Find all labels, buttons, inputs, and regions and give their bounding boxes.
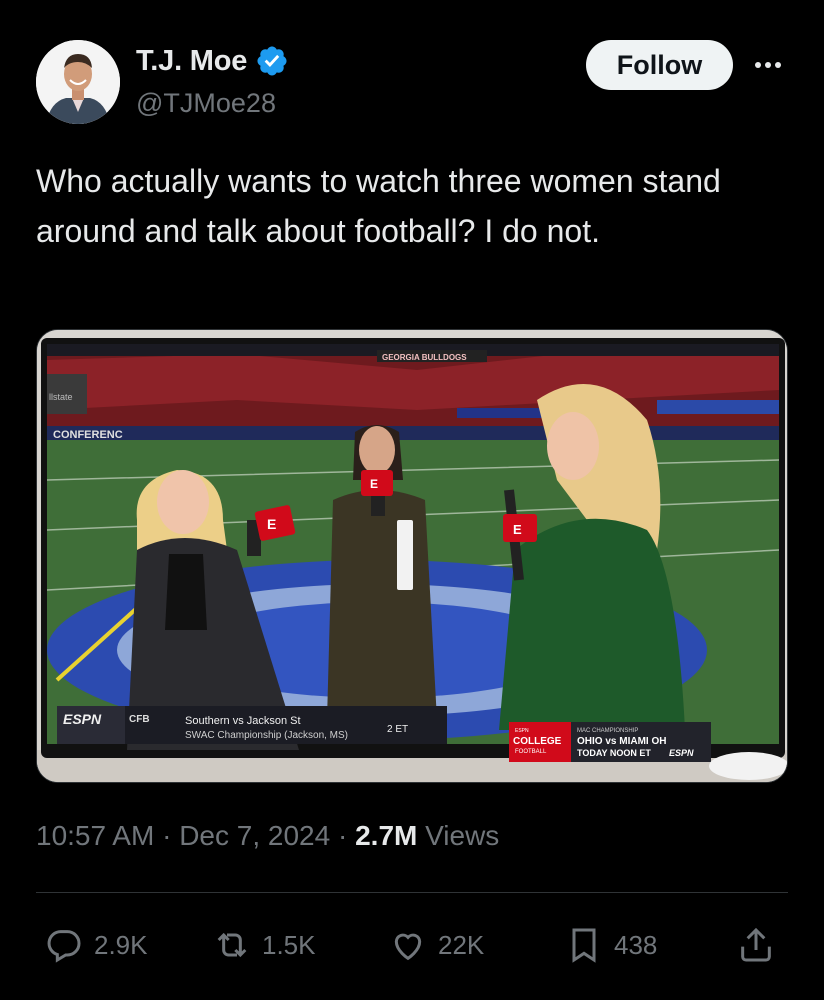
tweet-header: T.J. Moe @TJMoe28 Follow (36, 40, 788, 124)
heart-icon (394, 933, 422, 961)
like-count: 22K (438, 929, 485, 960)
divider (36, 892, 788, 893)
stadium-sign: CONFERENC (53, 429, 123, 441)
avatar[interactable] (36, 40, 120, 124)
bookmark-button[interactable]: 438 (564, 920, 657, 970)
more-dot (755, 62, 761, 68)
display-name[interactable]: T.J. Moe (136, 45, 247, 78)
tweet-media-image[interactable]: GEORGIA BULLDOGS llstate CONFERENC E E E… (36, 329, 788, 783)
scorebug-event: SWAC Championship (Jackson, MS) (185, 730, 348, 741)
separator: · (162, 820, 172, 851)
more-options-icon[interactable] (748, 50, 788, 80)
time-text[interactable]: 10:57 AM (36, 820, 154, 851)
promo-brand-top: ESPN (515, 728, 529, 734)
tweet-text: Who actually wants to watch three women … (36, 163, 721, 249)
reply-count: 2.9K (94, 929, 148, 960)
repost-count: 1.5K (262, 929, 316, 960)
promo-matchup: OHIO vs MIAMI OH (577, 736, 666, 747)
scorebug-time: 2 ET (387, 724, 408, 735)
promo-time: TODAY NOON ET (577, 748, 651, 758)
promo-network: ESPN (669, 748, 694, 758)
user-handle[interactable]: @TJMoe28 (136, 88, 276, 119)
promo-brand: COLLEGE (513, 736, 562, 747)
repost-icon (217, 932, 247, 958)
scorebug-league: CFB (129, 714, 150, 725)
action-bar: 2.9K 1.5K 22K 438 (36, 920, 788, 970)
date-text[interactable]: Dec 7, 2024 (179, 820, 330, 851)
promo-brand-sub: FOOTBALL (515, 749, 547, 755)
tweet-timestamp: 10:57 AM · Dec 7, 2024 · 2.7M Views (36, 820, 499, 852)
scorebug-matchup: Southern vs Jackson St (185, 715, 301, 727)
separator: · (337, 820, 348, 851)
repost-button[interactable]: 1.5K (212, 920, 316, 970)
stadium-sign: GEORGIA BULLDOGS (382, 353, 467, 362)
share-icon (741, 927, 771, 962)
views-count[interactable]: 2.7M (355, 820, 417, 851)
mic-flag-label: E (513, 522, 522, 537)
share-button[interactable] (736, 920, 776, 970)
scorebug-network: ESPN (63, 711, 102, 727)
reply-icon (47, 930, 81, 963)
verified-badge-icon (257, 46, 287, 76)
bookmark-count: 438 (614, 929, 658, 960)
promo-title: MAC CHAMPIONSHIP (577, 728, 638, 734)
reply-button[interactable]: 2.9K (44, 920, 148, 970)
bookmark-icon (572, 928, 596, 963)
views-label: Views (425, 820, 500, 851)
like-button[interactable]: 22K (388, 920, 484, 970)
mic-flag-label: E (267, 516, 276, 532)
stadium-sign: llstate (49, 392, 73, 402)
follow-button[interactable]: Follow (586, 40, 733, 90)
mic-flag-label: E (370, 477, 378, 491)
more-dot (765, 62, 771, 68)
name-row: T.J. Moe (136, 44, 289, 78)
more-dot (775, 62, 781, 68)
avatar-photo-icon (36, 40, 120, 124)
tv-photo: GEORGIA BULLDOGS llstate CONFERENC E E E… (37, 330, 787, 782)
